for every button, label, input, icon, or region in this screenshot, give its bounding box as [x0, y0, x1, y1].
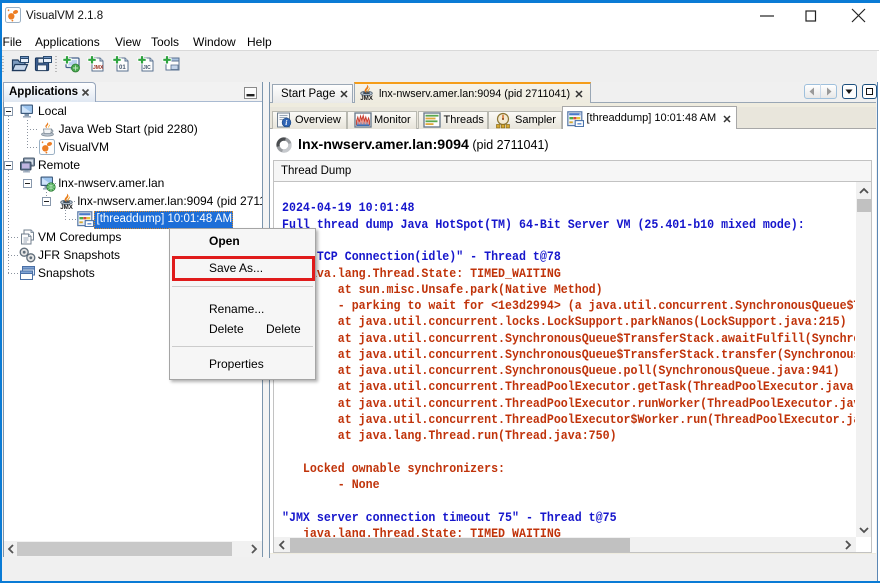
svg-text:JMX: JMX — [360, 95, 374, 101]
svg-text:01: 01 — [119, 65, 126, 71]
svg-text:JIC: JIC — [143, 65, 151, 71]
svg-text:JMX: JMX — [93, 65, 104, 71]
svg-text:JMX: JMX — [60, 204, 74, 210]
